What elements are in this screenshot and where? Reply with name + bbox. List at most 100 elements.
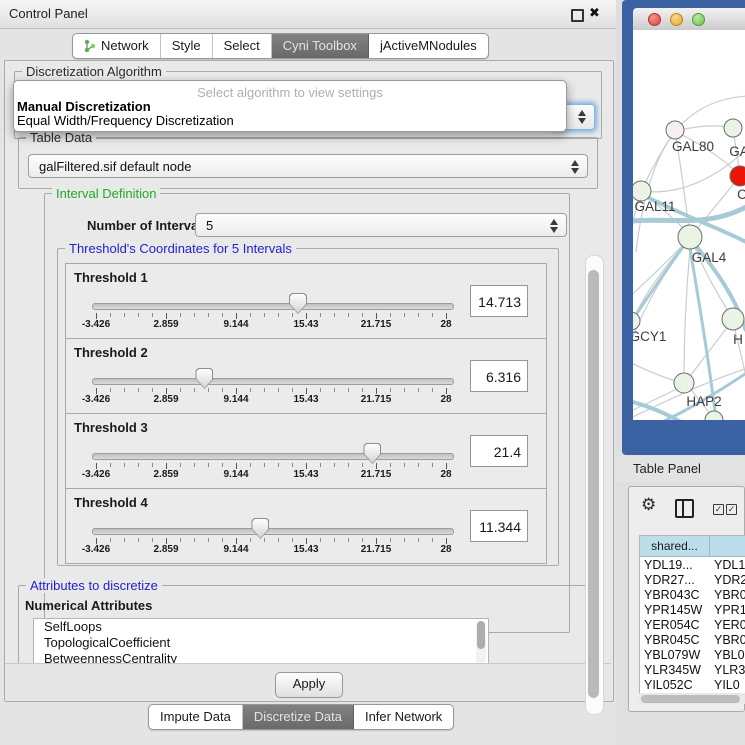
column-header[interactable]: n	[710, 536, 745, 557]
tick-mark	[278, 313, 279, 317]
close-light-icon[interactable]	[648, 13, 661, 26]
column-split-icon[interactable]	[675, 499, 694, 518]
tick-mark	[208, 313, 209, 317]
slider-track[interactable]	[92, 453, 454, 460]
tick-mark	[432, 463, 433, 467]
threshold-label: Threshold 1	[74, 270, 148, 285]
table-cell[interactable]: YER0	[714, 618, 745, 633]
tab-infer-network[interactable]: Infer Network	[354, 705, 453, 729]
tab-style[interactable]: Style	[161, 34, 213, 58]
float-window-icon[interactable]	[571, 9, 584, 22]
tick-mark	[124, 463, 125, 467]
table-cell[interactable]: YDR2	[714, 573, 745, 588]
table-cell[interactable]: YLR345W	[644, 663, 708, 678]
tick-mark	[194, 538, 195, 542]
tick-mark	[124, 538, 125, 542]
gear-icon[interactable]: ⚙	[641, 495, 656, 515]
popup-option-equal-width-frequency[interactable]: Equal Width/Frequency Discretization	[17, 113, 234, 128]
numerical-attributes-list[interactable]: SelfLoopsTopologicalCoefficientBetweenne…	[33, 618, 489, 667]
threshold-panel: Threshold 1-3.4262.8599.14415.4321.71528…	[65, 263, 547, 339]
slider-track[interactable]	[92, 528, 454, 535]
number-of-intervals-combo[interactable]: 5	[195, 213, 567, 237]
table-hscrollbar-thumb[interactable]	[641, 695, 740, 703]
table-cell[interactable]: YBL079W	[644, 648, 708, 663]
group-title: Attributes to discretize	[26, 578, 162, 593]
tab-select[interactable]: Select	[213, 34, 272, 58]
list-scrollbar-thumb[interactable]	[477, 621, 485, 649]
node-HAP2[interactable]	[674, 373, 694, 393]
table-data-combo[interactable]: galFiltered.sif default node	[28, 154, 588, 178]
list-scrollbar[interactable]	[476, 621, 486, 664]
network-canvas[interactable]: GAL80GACGAL11GAL4HGCY1HAP2	[633, 30, 745, 420]
slider-thumb[interactable]	[251, 518, 269, 539]
table-cell[interactable]: YBL0	[714, 648, 745, 663]
content-scrollbar-thumb[interactable]	[588, 270, 599, 698]
node-GA[interactable]	[724, 119, 742, 137]
node-GAL11[interactable]	[633, 181, 651, 201]
network-window-titlebar[interactable]	[633, 8, 745, 31]
table-cell[interactable]: YPR1	[714, 603, 745, 618]
edge-highlighted[interactable]	[633, 398, 686, 420]
node-partial[interactable]	[705, 411, 723, 420]
slider-track[interactable]	[92, 378, 454, 385]
content-scrollbar[interactable]	[585, 255, 604, 715]
slider-track[interactable]	[92, 303, 454, 310]
node-GCY1[interactable]	[633, 312, 640, 330]
checkbox-icon[interactable]: ✓	[726, 504, 737, 515]
panel-title: Control Panel	[9, 6, 88, 21]
node-GAL4[interactable]	[678, 225, 702, 249]
tick-mark	[222, 388, 223, 392]
tab-cyni-toolbox[interactable]: Cyni Toolbox	[272, 34, 369, 58]
table-cell[interactable]: YBR0	[714, 588, 745, 603]
table-cell[interactable]: YBR0	[714, 633, 745, 648]
tick-mark	[152, 388, 153, 392]
tick-mark	[320, 313, 321, 317]
table-cell[interactable]: YER054C	[644, 618, 708, 633]
table-cell[interactable]: YDR27...	[644, 573, 708, 588]
edge[interactable]	[684, 249, 690, 380]
close-icon[interactable]: ✖	[589, 5, 600, 21]
popup-option-manual-discretization[interactable]: Manual Discretization	[17, 99, 151, 114]
threshold-value-field[interactable]: 21.4	[470, 435, 528, 467]
node-GAL80[interactable]	[666, 121, 684, 139]
tab-network[interactable]: Network	[73, 34, 161, 58]
tab-jactivemnodules[interactable]: jActiveMNodules	[369, 34, 488, 58]
table-cell[interactable]: YPR145W	[644, 603, 708, 618]
column-header[interactable]: shared...	[640, 536, 710, 557]
node-table[interactable]: shared...nYDL19... YDL1 YDR27... YDR2 YBR043…	[639, 535, 745, 694]
node-C[interactable]	[730, 166, 745, 186]
table-cell[interactable]: YBR045C	[644, 633, 708, 648]
attribute-list-item[interactable]: TopologicalCoefficient	[34, 635, 488, 651]
number-of-intervals-value: 5	[206, 218, 213, 233]
node-H[interactable]	[722, 308, 744, 330]
table-cell[interactable]: YIL0	[714, 678, 745, 693]
edge-highlighted[interactable]	[633, 243, 686, 319]
slider-thumb[interactable]	[363, 443, 381, 464]
table-cell[interactable]: YDL1	[714, 558, 745, 573]
table-cell[interactable]: YBR043C	[644, 588, 708, 603]
threshold-value-field[interactable]: 6.316	[470, 360, 528, 392]
tab-label: Select	[224, 34, 260, 58]
edge[interactable]	[633, 356, 680, 382]
table-cell[interactable]: YLR3	[714, 663, 745, 678]
table-cell[interactable]: YIL052C	[644, 678, 708, 693]
table-hscrollbar[interactable]	[639, 693, 745, 704]
tab-impute-data[interactable]: Impute Data	[149, 705, 243, 729]
popup-prompt-option[interactable]: Select algorithm to view settings	[14, 85, 566, 100]
threshold-value-field[interactable]: 11.344	[470, 510, 528, 542]
network-graph[interactable]: GAL80GACGAL11GAL4HGCY1HAP2	[633, 30, 745, 420]
right-panel: GAL80GACGAL11GAL4HGCY1HAP2 Table Panel ⚙…	[616, 0, 745, 745]
bottom-tab-bar: Impute Data Discretize Data Infer Network	[148, 704, 454, 730]
zoom-light-icon[interactable]	[692, 13, 705, 26]
attribute-list-item[interactable]: SelfLoops	[34, 619, 488, 635]
table-cell[interactable]: YDL19...	[644, 558, 708, 573]
slider-thumb[interactable]	[195, 368, 213, 389]
tab-label: Discretize Data	[254, 705, 342, 729]
tab-discretize-data[interactable]: Discretize Data	[243, 705, 354, 729]
tick-label: -3.426	[82, 544, 110, 555]
minimize-light-icon[interactable]	[670, 13, 683, 26]
threshold-value-field[interactable]: 14.713	[470, 285, 528, 317]
checkbox-icon[interactable]: ✓	[713, 504, 724, 515]
apply-button[interactable]: Apply	[275, 672, 343, 698]
slider-thumb[interactable]	[289, 293, 307, 314]
